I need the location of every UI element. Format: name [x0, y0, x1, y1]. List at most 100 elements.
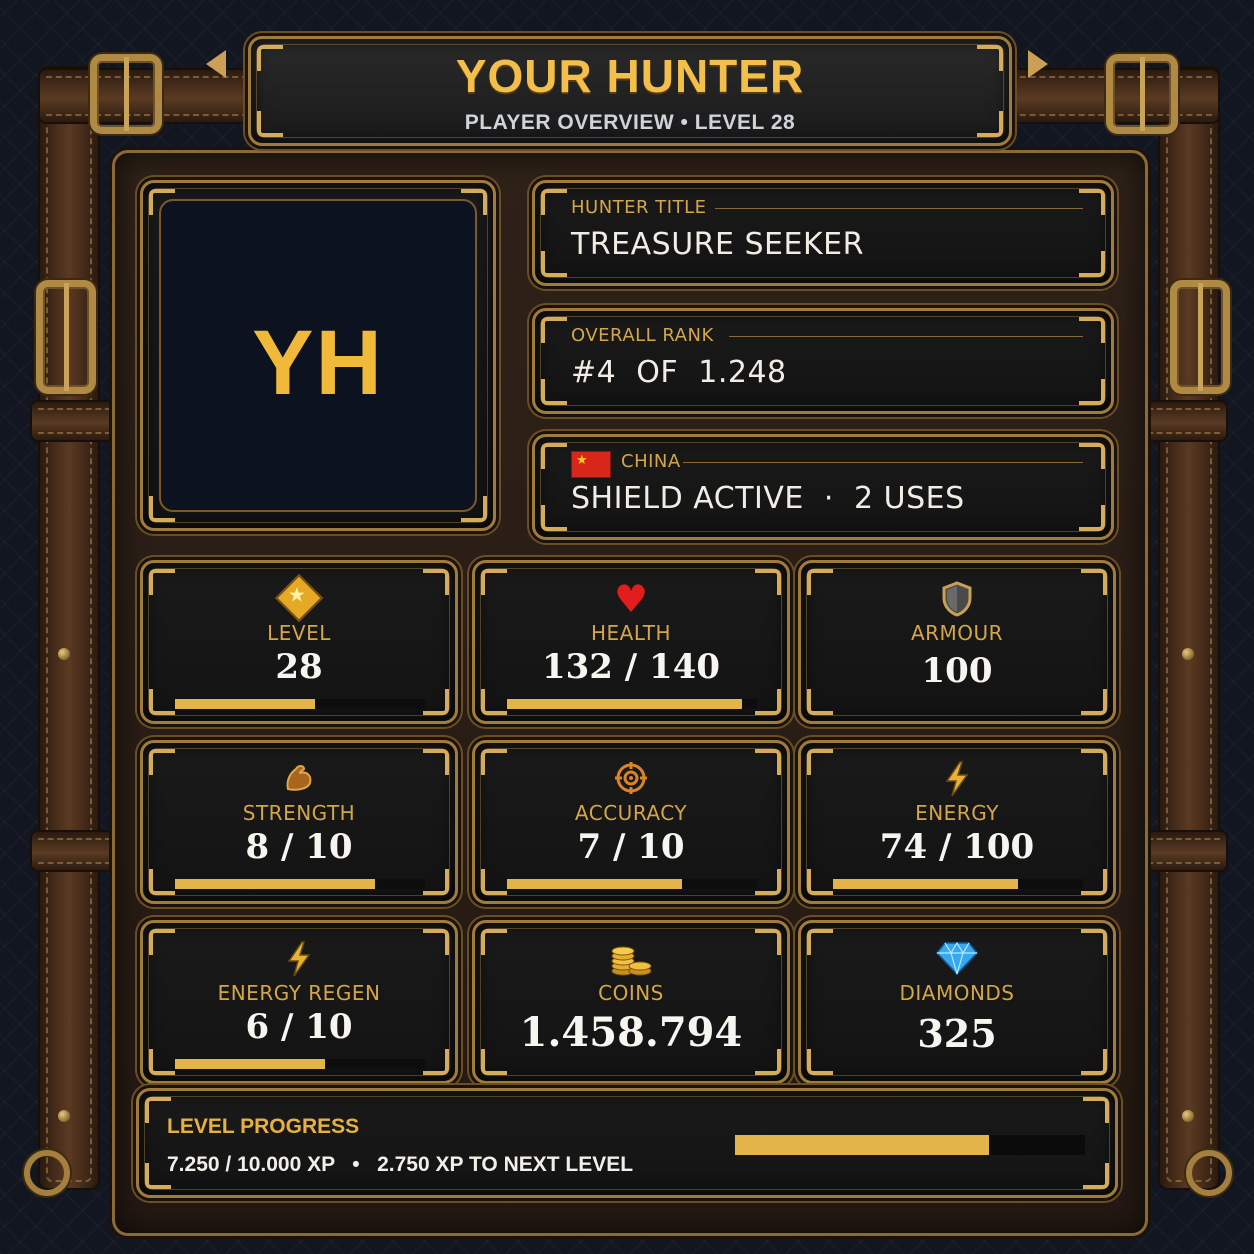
stat-label: HEALTH — [590, 621, 671, 645]
corner-ornament — [541, 379, 567, 405]
lightning-icon — [801, 761, 1113, 806]
stat-card-health[interactable]: ♥ HEALTH 132 / 140 — [472, 560, 790, 724]
china-flag-icon: ★ — [571, 451, 611, 478]
stat-label: COINS — [598, 981, 664, 1005]
title-panel: YOUR HUNTER PLAYER OVERVIEW • LEVEL 28 — [248, 36, 1012, 146]
bottom-right-ring — [1186, 1150, 1232, 1196]
corner-ornament — [541, 505, 567, 531]
rivet — [58, 1110, 70, 1122]
stat-label: ENERGY — [915, 801, 999, 825]
hunter-title-label: HUNTER TITLE — [571, 197, 707, 218]
divider — [715, 208, 1083, 209]
stat-bar-fill — [507, 699, 742, 709]
corner-ornament — [755, 689, 781, 715]
left-strap — [38, 66, 100, 1190]
avatar-frame[interactable]: YH — [140, 180, 496, 531]
xp-progress-fill — [735, 1135, 989, 1155]
corner-ornament — [423, 1049, 449, 1075]
stat-bar-fill — [175, 699, 315, 709]
overall-rank-value: #4 OF 1.248 — [571, 355, 787, 390]
top-right-buckle — [1106, 54, 1178, 134]
left-arrow-ornament — [206, 50, 226, 78]
corner-ornament — [481, 869, 507, 895]
corner-ornament — [1079, 505, 1105, 531]
star-icon: ★ — [143, 573, 455, 624]
corner-ornament — [1079, 443, 1105, 469]
stat-label: LEVEL — [267, 621, 331, 645]
coins-icon — [475, 941, 787, 986]
corner-ornament — [1079, 379, 1105, 405]
heart-icon: ♥ — [613, 577, 649, 621]
corner-ornament — [149, 869, 175, 895]
avatar: YH — [159, 199, 477, 512]
divider — [729, 336, 1083, 337]
level-progress-label: LEVEL PROGRESS — [167, 1115, 360, 1138]
stat-label: STRENGTH — [242, 801, 356, 825]
corner-ornament — [1081, 869, 1107, 895]
diamond-icon — [801, 941, 1113, 984]
overall-rank-panel: OVERALL RANK #4 OF 1.248 — [532, 308, 1114, 414]
stat-card-level[interactable]: ★ LEVEL 28 — [140, 560, 458, 724]
stat-card-diamonds[interactable]: DIAMONDS 325 — [798, 920, 1116, 1084]
bottom-left-ring — [24, 1150, 70, 1196]
stat-bar-fill — [175, 1059, 325, 1069]
country-label: CHINA — [621, 451, 681, 472]
stat-value: 100 — [921, 651, 993, 691]
corner-ornament — [541, 251, 567, 277]
corner-ornament — [1083, 1163, 1109, 1189]
stat-card-armour[interactable]: ARMOUR 100 — [798, 560, 1116, 724]
corner-ornament — [149, 689, 175, 715]
stat-label: DIAMONDS — [899, 981, 1015, 1005]
right-arrow-ornament — [1028, 50, 1048, 78]
rivet — [58, 648, 70, 660]
corner-ornament — [807, 689, 833, 715]
stat-card-energy[interactable]: ENERGY 74 / 100 — [798, 740, 1116, 904]
stat-label: ENERGY REGEN — [217, 981, 381, 1005]
stat-value: 325 — [917, 1011, 997, 1056]
right-strap — [1158, 66, 1220, 1190]
left-buckle — [36, 280, 96, 394]
corner-ornament — [541, 443, 567, 469]
stat-bar — [175, 879, 425, 889]
stat-bar — [507, 699, 757, 709]
stat-card-energy-regen[interactable]: ENERGY REGEN 6 / 10 — [140, 920, 458, 1084]
stat-value: 7 / 10 — [577, 827, 685, 867]
overall-rank-label: OVERALL RANK — [571, 325, 714, 346]
avatar-initials: YH — [252, 312, 384, 414]
stat-bar-fill — [833, 879, 1018, 889]
stat-bar — [507, 879, 757, 889]
corner-ornament — [1081, 689, 1107, 715]
divider — [683, 462, 1083, 463]
stat-value: 6 / 10 — [245, 1007, 353, 1047]
corner-ornament — [541, 189, 567, 215]
page-subtitle: PLAYER OVERVIEW • LEVEL 28 — [464, 111, 796, 134]
page-title: YOUR HUNTER — [455, 50, 805, 102]
lightning-icon — [143, 941, 455, 986]
stat-bar-fill — [507, 879, 682, 889]
rivet — [1182, 1110, 1194, 1122]
country-status-panel: ★ CHINA SHIELD ACTIVE · 2 USES — [532, 434, 1114, 540]
level-progress-panel: LEVEL PROGRESS 7.250 / 10.000 XP • 2.750… — [136, 1088, 1118, 1198]
stat-bar — [175, 699, 425, 709]
stat-bar — [175, 1059, 425, 1069]
corner-ornament — [1079, 317, 1105, 343]
right-buckle — [1170, 280, 1230, 394]
stat-value: 1.458.794 — [519, 1009, 743, 1056]
corner-ornament — [807, 869, 833, 895]
corner-ornament — [755, 869, 781, 895]
corner-ornament — [1079, 189, 1105, 215]
crosshair-icon — [475, 761, 787, 804]
corner-ornament — [423, 869, 449, 895]
stat-card-strength[interactable]: STRENGTH 8 / 10 — [140, 740, 458, 904]
xp-progress-bar — [735, 1135, 1085, 1155]
corner-ornament — [481, 689, 507, 715]
corner-ornament — [1079, 251, 1105, 277]
corner-ornament — [541, 317, 567, 343]
stat-card-accuracy[interactable]: ACCURACY 7 / 10 — [472, 740, 790, 904]
shield-status-value: SHIELD ACTIVE · 2 USES — [571, 481, 965, 516]
stat-card-coins[interactable]: COINS 1.458.794 — [472, 920, 790, 1084]
corner-ornament — [1083, 1097, 1109, 1123]
stat-value: 8 / 10 — [245, 827, 353, 867]
top-left-buckle — [90, 54, 162, 134]
shield-icon — [801, 581, 1113, 626]
